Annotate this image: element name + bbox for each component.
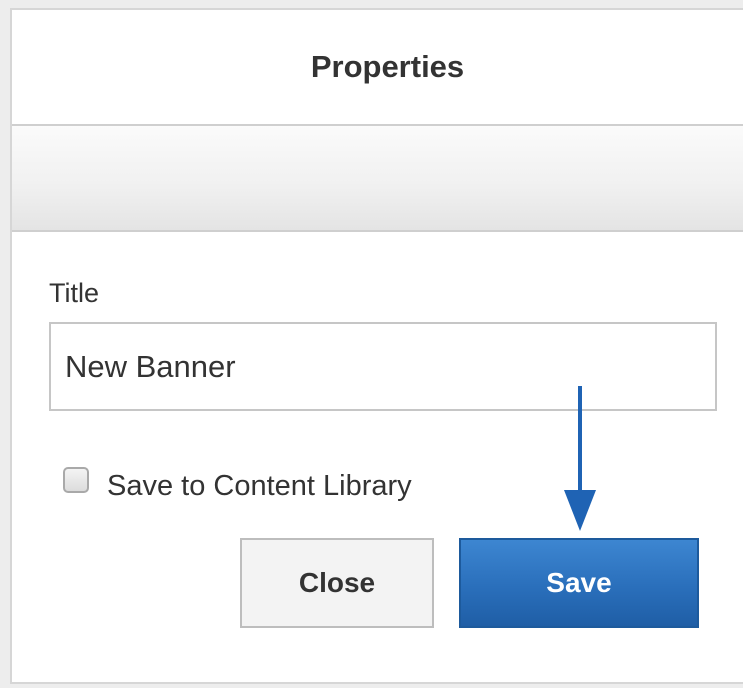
save-to-library-row[interactable]: Save to Content Library	[63, 456, 412, 503]
title-label: Title	[49, 278, 100, 308]
title-input[interactable]	[49, 322, 717, 411]
dialog-body: Title Save to Content Library Close Save	[12, 232, 743, 682]
arrow-down-icon	[564, 386, 596, 531]
properties-dialog: Properties Title Save to Content Library…	[10, 8, 743, 684]
dialog-header: Properties	[12, 10, 743, 126]
toolbar-band	[12, 126, 743, 232]
save-to-library-label[interactable]: Save to Content Library	[107, 470, 412, 503]
save-button-label: Save	[546, 567, 612, 598]
save-button[interactable]: Save	[459, 538, 699, 628]
close-button[interactable]: Close	[240, 538, 434, 628]
dialog-title: Properties	[310, 49, 465, 84]
save-to-library-checkbox[interactable]	[63, 466, 89, 493]
close-button-label: Close	[298, 567, 376, 598]
